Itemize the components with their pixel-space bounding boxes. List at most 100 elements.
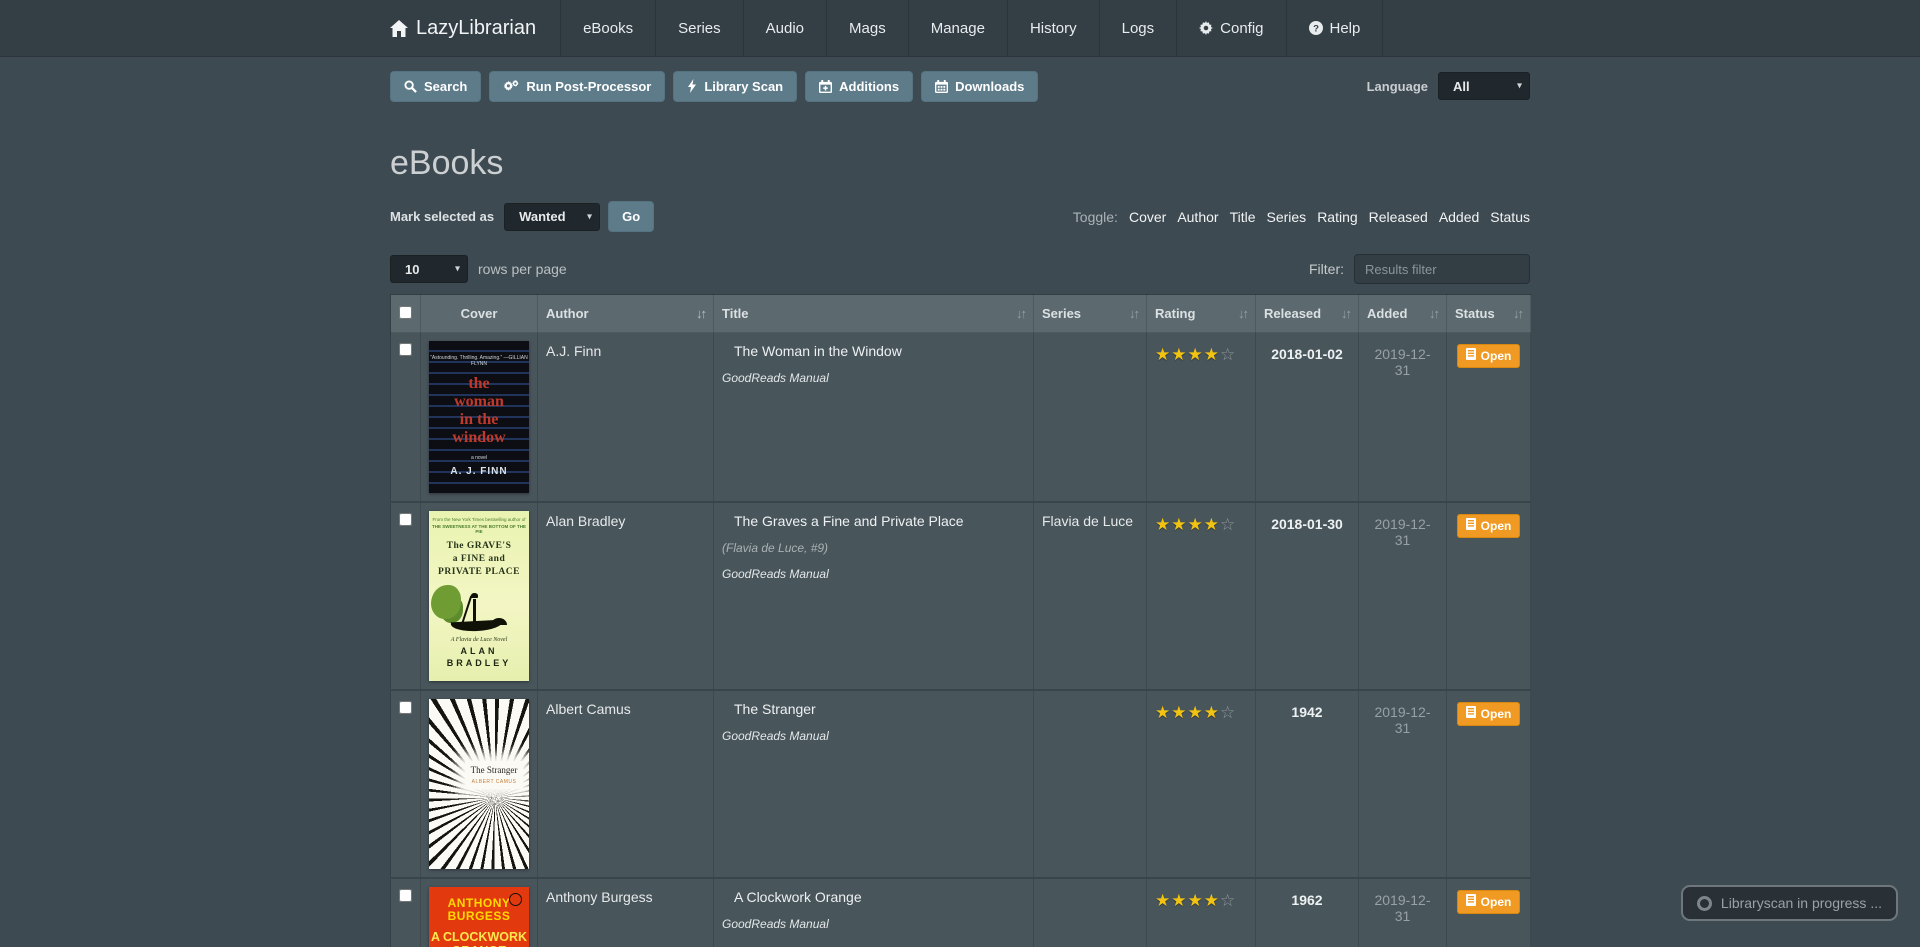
title-link[interactable]: The Stranger (722, 701, 816, 717)
toggle-added[interactable]: Added (1439, 209, 1479, 225)
star-icon: ★ (1171, 891, 1187, 910)
open-status-button[interactable]: Open (1457, 344, 1521, 368)
book-cover-woman-in-the-window[interactable]: “Astounding. Thrilling. Amazing.” —GILLI… (429, 341, 529, 493)
title-cell: The Graves a Fine and Private Place (Fla… (714, 502, 1034, 690)
go-button[interactable]: Go (608, 201, 654, 232)
author-link[interactable]: Albert Camus (546, 701, 631, 717)
mark-selected-select[interactable]: Wanted (504, 203, 600, 231)
run-post-processor-button[interactable]: Run Post-Processor (489, 71, 665, 102)
nav-item-series[interactable]: Series (655, 0, 743, 56)
bolt-icon (687, 79, 697, 93)
nav-item-manage[interactable]: Manage (908, 0, 1007, 56)
author-cell: A.J. Finn (538, 333, 714, 503)
rating-cell: ★★★★☆ (1147, 878, 1256, 947)
rows-per-page-select[interactable]: 10 (390, 255, 468, 283)
book-cover-the-stranger[interactable]: The Stranger ALBERT CAMUS (429, 699, 529, 869)
series-link[interactable]: Flavia de Luce (1042, 513, 1133, 529)
star-icon: ★ (1155, 515, 1171, 534)
status-cell: Open (1447, 878, 1531, 947)
search-button[interactable]: Search (390, 71, 481, 102)
nav-item-logs[interactable]: Logs (1099, 0, 1177, 56)
sort-icon: ↓↑ (1513, 306, 1522, 321)
nav-item-help[interactable]: ? Help (1286, 0, 1384, 56)
table-row: ANTHONY BURGESS A CLOCKWORK ORANGE Antho… (391, 878, 1531, 947)
source-note: GoodReads Manual (722, 917, 1025, 931)
nav-item-mags[interactable]: Mags (826, 0, 908, 56)
source-note: GoodReads Manual (722, 729, 1025, 743)
star-icon: ☆ (1220, 345, 1236, 364)
star-icon: ★ (1204, 703, 1220, 722)
table-row: The Stranger ALBERT CAMUS Albert Camus T… (391, 690, 1531, 878)
header-added[interactable]: Added↓↑ (1359, 295, 1447, 333)
author-cell: Anthony Burgess (538, 878, 714, 947)
header-title[interactable]: Title↓↑ (714, 295, 1034, 333)
open-status-button[interactable]: Open (1457, 702, 1521, 726)
book-icon (1466, 894, 1476, 909)
open-status-button[interactable]: Open (1457, 514, 1521, 538)
star-icon: ★ (1171, 345, 1187, 364)
added-cell: 2019-12-31 (1359, 878, 1447, 947)
series-cell (1034, 690, 1147, 878)
status-cell: Open (1447, 690, 1531, 878)
nav-item-history[interactable]: History (1007, 0, 1099, 56)
author-link[interactable]: A.J. Finn (546, 343, 601, 359)
nav-menu: eBooks Series Audio Mags Manage History … (560, 0, 1383, 56)
downloads-button[interactable]: Downloads (921, 71, 1038, 102)
star-icon: ★ (1155, 345, 1171, 364)
toggle-cover[interactable]: Cover (1129, 209, 1166, 225)
toggle-rating[interactable]: Rating (1317, 209, 1357, 225)
series-cell: Flavia de Luce (1034, 502, 1147, 690)
select-all-checkbox[interactable] (399, 306, 412, 319)
released-cell: 1942 (1256, 690, 1359, 878)
star-icon: ★ (1155, 703, 1171, 722)
table-header-row: Cover Author↓↑ Title↓↑ Series↓↑ Rating↓↑… (391, 295, 1531, 333)
library-scan-button[interactable]: Library Scan (673, 71, 797, 102)
language-select[interactable]: All (1438, 72, 1530, 100)
star-icon: ★ (1188, 345, 1204, 364)
sort-icon: ↓↑ (1341, 306, 1350, 321)
title-link[interactable]: A Clockwork Orange (722, 889, 862, 905)
sort-icon: ↓↑ (1129, 306, 1138, 321)
open-status-button[interactable]: Open (1457, 890, 1521, 914)
header-author[interactable]: Author↓↑ (538, 295, 714, 333)
star-icon: ★ (1204, 345, 1220, 364)
additions-button[interactable]: Additions (805, 71, 913, 102)
nav-item-ebooks[interactable]: eBooks (560, 0, 655, 56)
toggle-released[interactable]: Released (1369, 209, 1428, 225)
toggle-series[interactable]: Series (1267, 209, 1307, 225)
row-select-checkbox[interactable] (399, 701, 412, 714)
row-select-checkbox[interactable] (399, 343, 412, 356)
header-released[interactable]: Released↓↑ (1256, 295, 1359, 333)
row-select-checkbox[interactable] (399, 889, 412, 902)
sort-icon: ↓↑ (1016, 306, 1025, 321)
released-cell: 2018-01-02 (1256, 333, 1359, 503)
results-filter-input[interactable] (1354, 254, 1530, 284)
title-link[interactable]: The Graves a Fine and Private Place (722, 513, 964, 529)
toggle-status[interactable]: Status (1490, 209, 1530, 225)
header-cover[interactable]: Cover (421, 295, 538, 333)
toggle-author[interactable]: Author (1177, 209, 1218, 225)
page-title: eBooks (390, 144, 1530, 183)
author-link[interactable]: Anthony Burgess (546, 889, 653, 905)
star-icon: ★ (1188, 703, 1204, 722)
header-rating[interactable]: Rating↓↑ (1147, 295, 1256, 333)
book-icon (1466, 518, 1476, 533)
book-cover-clockwork-orange[interactable]: ANTHONY BURGESS A CLOCKWORK ORANGE (429, 887, 529, 947)
brand-label: LazyLibrarian (416, 17, 536, 40)
table-row: “Astounding. Thrilling. Amazing.” —GILLI… (391, 333, 1531, 503)
toggle-title[interactable]: Title (1230, 209, 1256, 225)
cover-illustration (429, 581, 529, 637)
nav-item-audio[interactable]: Audio (743, 0, 826, 56)
brand-home-link[interactable]: LazyLibrarian (390, 0, 560, 56)
nav-item-config[interactable]: Config (1176, 0, 1285, 56)
author-cell: Albert Camus (538, 690, 714, 878)
book-cover-graves-fine-private-place[interactable]: From the New York Times bestselling auth… (429, 511, 529, 681)
row-select-checkbox[interactable] (399, 513, 412, 526)
star-icon: ★ (1188, 515, 1204, 534)
header-status[interactable]: Status↓↑ (1447, 295, 1531, 333)
author-link[interactable]: Alan Bradley (546, 513, 625, 529)
book-icon (1466, 348, 1476, 363)
header-series[interactable]: Series↓↑ (1034, 295, 1147, 333)
ebooks-table: Cover Author↓↑ Title↓↑ Series↓↑ Rating↓↑… (390, 294, 1531, 947)
title-link[interactable]: The Woman in the Window (722, 343, 902, 359)
